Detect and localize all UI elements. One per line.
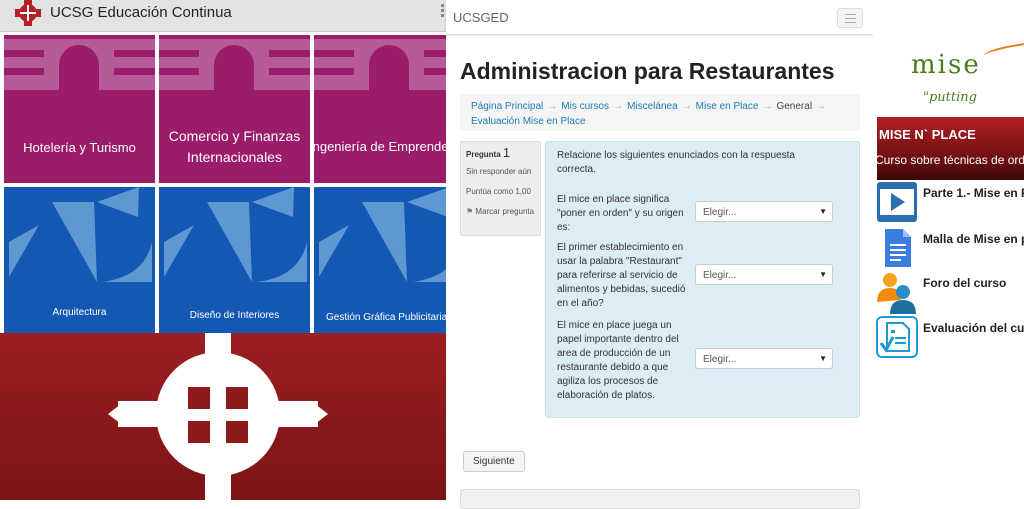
arrow-icon: →: [681, 101, 692, 112]
course-item-label: Foro del curso: [923, 276, 1007, 290]
dropdown-arrow-icon: ▼: [819, 354, 827, 363]
breadcrumb-mise-en-place[interactable]: Mise en Place: [696, 101, 759, 112]
page-title: Administracion para Restaurantes: [460, 58, 835, 84]
course-banner: MISE N` PLACE Curso sobre técnicas de or…: [875, 117, 1024, 180]
tile-diseno-interiores[interactable]: Diseño de Interiores: [159, 187, 310, 333]
course-item-label: Malla de Mise en place: [923, 232, 1024, 246]
course-title: MISE N` PLACE: [879, 127, 976, 142]
course-item-document[interactable]: Malla de Mise en place: [875, 226, 1024, 270]
document-icon: [885, 229, 911, 267]
arrow-icon: →: [547, 101, 558, 112]
flag-icon: ⚑: [466, 207, 474, 216]
quiz-navigation-block: [460, 489, 860, 509]
tile-label: Arquitectura: [52, 307, 107, 318]
match-item: El mice en place significa "poner en ord…: [557, 193, 857, 235]
app-title: UCSG Educación Continua: [50, 4, 232, 21]
tile-arquitectura[interactable]: Arquitectura: [4, 187, 155, 333]
arrow-icon: →: [613, 101, 624, 112]
breadcrumb-evaluacion[interactable]: Evaluación Mise en Place: [471, 116, 586, 127]
match-item-text: El mice en place significa "poner en ord…: [557, 194, 684, 233]
answer-select[interactable]: Elegir... ▼: [695, 264, 833, 285]
video-icon: [877, 182, 917, 222]
hamburger-menu-icon[interactable]: [837, 8, 863, 28]
logo-tagline: "putting: [923, 90, 977, 105]
tile-label: Comercio y Finanzas: [168, 128, 301, 144]
ucsg-logo-icon: [15, 0, 41, 26]
arrow-icon: →: [816, 101, 827, 112]
match-item-text: El mice en place juega un papel importan…: [557, 320, 679, 401]
checklist-icon: [876, 316, 918, 358]
breadcrumb-miscelanea[interactable]: Miscelánea: [627, 101, 678, 112]
navbar: UCSGED: [446, 0, 873, 35]
question-info: Pregunta 1 Sin responder aún Puntúa como…: [460, 141, 541, 236]
next-button[interactable]: Siguiente: [463, 451, 525, 472]
building-pattern-icon: [314, 35, 446, 90]
tile-comercio[interactable]: Comercio y Finanzas Internacionales: [159, 35, 310, 183]
course-item-label: Evaluación del curso: [923, 321, 1024, 335]
tile-gestion-grafica[interactable]: Gestión Gráfica Publicitaria: [314, 187, 446, 333]
overflow-menu-icon[interactable]: [441, 4, 444, 18]
answer-select[interactable]: Elegir... ▼: [695, 348, 833, 369]
tile-label: Diseño de Interiores: [189, 310, 280, 321]
app-header: UCSG Educación Continua: [0, 0, 446, 32]
breadcrumb-home[interactable]: Página Principal: [471, 101, 543, 112]
breadcrumb: Página Principal → Mis cursos → Miscelánea → M…: [460, 94, 860, 131]
ucsg-app-panel: UCSG Educación Continua Hotelería y Turi…: [0, 0, 446, 500]
tile-hoteleria[interactable]: Hotelería y Turismo: [4, 35, 155, 183]
course-item-forum[interactable]: Foro del curso: [875, 270, 1024, 314]
tile-label: Gestión Gráfica Publicitaria: [326, 312, 446, 323]
breadcrumb-general: General: [776, 101, 813, 112]
logo-swoosh-icon: [982, 39, 1024, 63]
tile-ingenieria[interactable]: Ingeniería de Emprendedores: [314, 35, 446, 183]
course-app-panel: mise "putting MISE N` PLACE Curso sobre …: [873, 0, 1024, 500]
ucsg-cross-logo-icon: [108, 333, 328, 500]
tile-label-line2: Internacionales: [187, 149, 282, 165]
dropdown-arrow-icon: ▼: [819, 270, 827, 279]
breadcrumb-mis-cursos[interactable]: Mis cursos: [561, 101, 609, 112]
question-status: Sin responder aún: [466, 167, 532, 176]
match-item-text: El primer establecimiento en usar la pal…: [557, 242, 686, 309]
forum-users-icon: [877, 273, 916, 314]
course-item-label: Parte 1.- Mise en Place: [923, 186, 1024, 200]
question-prompt: Relacione los siguientes enunciados con …: [557, 150, 795, 175]
dropdown-arrow-icon: ▼: [819, 207, 827, 216]
site-brand[interactable]: UCSGED: [453, 10, 509, 25]
mise-logo: mise: [911, 50, 981, 80]
question-number: Pregunta 1: [466, 145, 511, 160]
match-item: El primer establecimiento en usar la pal…: [557, 241, 857, 311]
moodle-panel: UCSGED Administracion para Restaurantes …: [446, 0, 873, 509]
course-subtitle: Curso sobre técnicas de orden: [875, 153, 1024, 167]
tile-label: Hotelería y Turismo: [23, 140, 136, 155]
splash-panel: [0, 333, 446, 500]
question-score: Puntúa como 1,00: [466, 187, 531, 196]
course-item-video[interactable]: Parte 1.- Mise en Place: [875, 180, 1024, 224]
course-item-evaluation[interactable]: Evaluación del curso: [875, 315, 1024, 359]
arrow-icon: →: [762, 101, 773, 112]
tile-label: Ingeniería de Emprendedores: [314, 139, 446, 154]
question-content: Relacione los siguientes enunciados con …: [545, 141, 860, 418]
flag-question-link[interactable]: ⚑ Marcar pregunta: [466, 206, 535, 217]
match-item: El mice en place juega un papel importan…: [557, 319, 857, 403]
building-pattern-icon: [4, 35, 155, 90]
answer-select[interactable]: Elegir... ▼: [695, 201, 833, 222]
